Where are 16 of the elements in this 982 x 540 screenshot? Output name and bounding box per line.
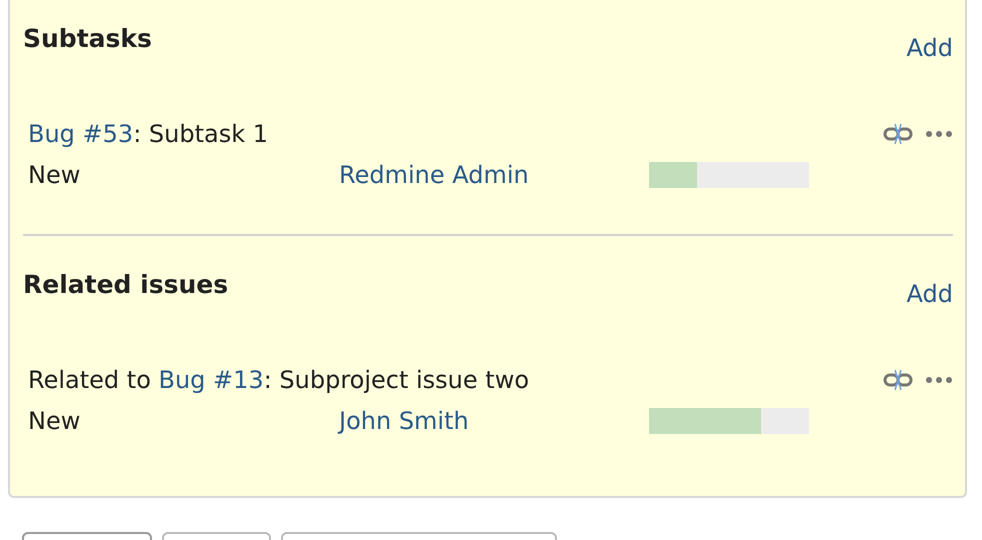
assignee-link[interactable]: Redmine Admin: [339, 161, 649, 189]
add-link[interactable]: Add: [906, 34, 953, 62]
more-icon[interactable]: [925, 376, 953, 384]
issue-status: New: [28, 407, 82, 435]
unlink-icon[interactable]: [883, 123, 913, 145]
issue-link[interactable]: Bug #13: [158, 366, 264, 394]
add-link[interactable]: Add: [906, 280, 953, 308]
section-heading: Related issues: [23, 270, 228, 299]
issue-link[interactable]: Bug #53: [28, 120, 134, 148]
issue-subject: Related to Bug #13: Subproject issue two: [28, 366, 530, 394]
assignee-link[interactable]: John Smith: [339, 407, 649, 435]
more-icon[interactable]: [925, 130, 953, 138]
issue-status: New: [28, 161, 82, 189]
unlink-icon[interactable]: [883, 369, 913, 391]
section-heading: Subtasks: [23, 24, 152, 53]
issue-subject: Bug #53: Subtask 1: [28, 120, 268, 148]
